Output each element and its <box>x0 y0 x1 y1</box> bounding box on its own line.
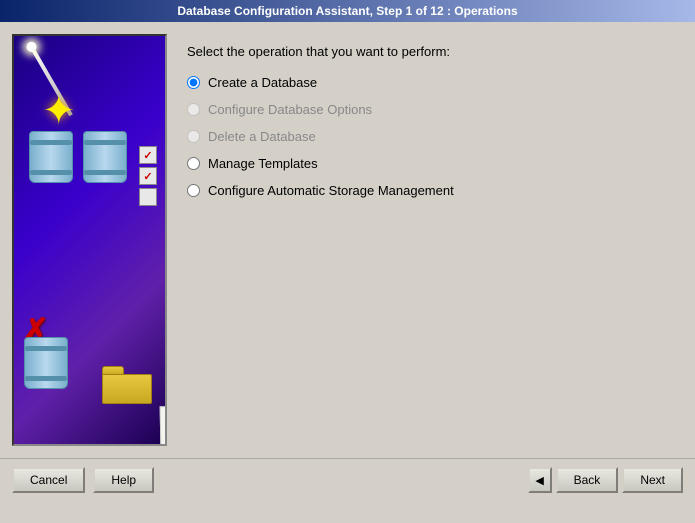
cancel-button[interactable]: Cancel <box>12 467 85 493</box>
radio-delete-database[interactable] <box>187 130 200 143</box>
instruction-text: Select the operation that you want to pe… <box>187 44 663 59</box>
barrel-1 <box>29 131 73 183</box>
titlebar-text: Database Configuration Assistant, Step 1… <box>177 4 517 18</box>
option-configure-asm[interactable]: Configure Automatic Storage Management <box>187 183 663 198</box>
button-bar: Cancel Help ◀ Back Next <box>0 458 695 501</box>
nav-buttons: ◀ Back Next <box>528 467 683 493</box>
barrel-group-top <box>29 131 127 183</box>
option-configure-database[interactable]: Configure Database Options <box>187 102 663 117</box>
folder-group <box>100 334 160 404</box>
checkbox-1 <box>139 146 157 164</box>
main-window: Database Configuration Assistant, Step 1… <box>0 0 695 501</box>
next-button[interactable]: Next <box>622 467 683 493</box>
option-manage-templates[interactable]: Manage Templates <box>187 156 663 171</box>
back-button[interactable]: Back <box>556 467 619 493</box>
option-configure-asm-label: Configure Automatic Storage Management <box>208 183 454 198</box>
back-arrow-icon[interactable]: ◀ <box>528 467 552 493</box>
barrel-3 <box>24 337 68 389</box>
option-manage-templates-label: Manage Templates <box>208 156 318 171</box>
option-delete-database[interactable]: Delete a Database <box>187 129 663 144</box>
checkbox-area <box>139 146 157 206</box>
barrel-bottom <box>24 337 68 389</box>
folder-icon <box>102 366 152 404</box>
folder-body <box>102 374 152 404</box>
option-create-database-label: Create a Database <box>208 75 317 90</box>
checkbox-2 <box>139 167 157 185</box>
radio-manage-templates[interactable] <box>187 157 200 170</box>
help-button[interactable]: Help <box>93 467 154 493</box>
options-panel: Select the operation that you want to pe… <box>167 34 683 446</box>
titlebar: Database Configuration Assistant, Step 1… <box>0 0 695 22</box>
option-configure-database-label: Configure Database Options <box>208 102 372 117</box>
star-icon: ✦ <box>42 91 76 131</box>
option-create-database[interactable]: Create a Database <box>187 75 663 90</box>
radio-configure-asm[interactable] <box>187 184 200 197</box>
content-area: ✦ ✗ <box>0 22 695 458</box>
left-buttons: Cancel Help <box>12 467 154 493</box>
checkbox-3 <box>139 188 157 206</box>
radio-configure-database[interactable] <box>187 103 200 116</box>
image-panel: ✦ ✗ <box>12 34 167 446</box>
option-delete-database-label: Delete a Database <box>208 129 316 144</box>
radio-create-database[interactable] <box>187 76 200 89</box>
barrel-2 <box>83 131 127 183</box>
